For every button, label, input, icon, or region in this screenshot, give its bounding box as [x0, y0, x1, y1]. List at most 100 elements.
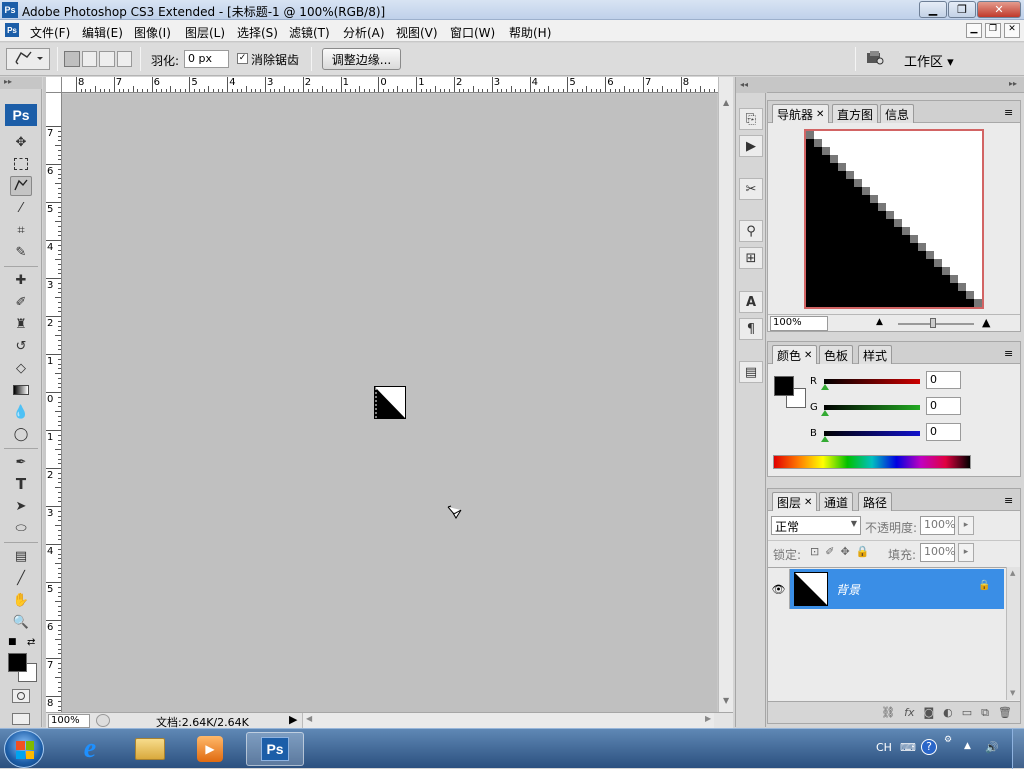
refine-edge-button[interactable]: 调整边缘...: [322, 48, 401, 70]
scroll-down-icon[interactable]: ▼: [1010, 689, 1015, 697]
character-panel-icon[interactable]: A: [739, 291, 763, 313]
tool-presets-panel-icon[interactable]: ✂: [739, 178, 763, 200]
vertical-ruler[interactable]: 7 6 5 4 3 2 1 0 1 2 3 4 5 6 7 8: [46, 93, 62, 731]
close-icon[interactable]: ✕: [804, 350, 812, 361]
layer-visibility-eye-icon[interactable]: 👁: [768, 569, 790, 609]
subtract-selection-button[interactable]: [99, 51, 115, 67]
notes-tool-icon[interactable]: ▤: [10, 546, 32, 566]
navigator-zoom-thumb[interactable]: [930, 318, 936, 328]
zoom-tool-icon[interactable]: 🔍: [10, 612, 32, 632]
delete-layer-icon[interactable]: 🗑: [998, 706, 1012, 719]
slice-tool-icon[interactable]: ✎: [10, 242, 32, 262]
keyboard-icon[interactable]: ⌨: [900, 741, 916, 754]
layers-scrollbar[interactable]: ▲ ▼: [1006, 567, 1020, 700]
color-fg-swatch[interactable]: [774, 376, 794, 396]
tab-swatches[interactable]: 色板: [819, 345, 854, 364]
tab-channels[interactable]: 通道: [819, 492, 854, 511]
menu-image[interactable]: 图像(I): [134, 24, 171, 41]
menu-select[interactable]: 选择(S): [237, 24, 278, 41]
tab-info[interactable]: 信息: [880, 104, 915, 123]
tab-color[interactable]: 颜色 ✕: [772, 345, 818, 364]
show-desktop-button[interactable]: [1012, 729, 1024, 769]
feather-input[interactable]: 0 px: [184, 50, 229, 68]
scroll-down-icon[interactable]: ▼: [723, 696, 729, 705]
navigator-zoom-slider[interactable]: [898, 323, 974, 325]
panels-expand-icon[interactable]: ▸▸: [1009, 79, 1017, 88]
channel-r-slider-thumb[interactable]: [821, 384, 829, 390]
navigator-zoom-field[interactable]: 100%: [770, 316, 828, 331]
help-icon[interactable]: ?: [921, 739, 937, 755]
new-group-icon[interactable]: ▭: [962, 706, 972, 719]
crop-tool-icon[interactable]: ⌗: [10, 220, 32, 240]
lock-pixels-icon[interactable]: ✐: [825, 545, 834, 558]
color-spectrum-bar[interactable]: [773, 455, 971, 469]
navigator-preview[interactable]: [804, 129, 984, 309]
fill-input[interactable]: 100%: [920, 543, 955, 562]
brush-tool-icon[interactable]: ✐: [10, 292, 32, 312]
show-hidden-icons-icon[interactable]: ▲: [964, 741, 971, 751]
channel-g-slider[interactable]: [821, 405, 920, 416]
close-icon[interactable]: ✕: [816, 109, 824, 120]
doc-close-button[interactable]: ✕: [1004, 23, 1020, 38]
channel-b-slider[interactable]: [821, 431, 920, 442]
bridge-button[interactable]: [862, 49, 888, 69]
blend-mode-select[interactable]: 正常 ▼: [771, 516, 861, 535]
scroll-up-icon[interactable]: ▲: [1010, 569, 1015, 577]
magic-wand-tool-icon[interactable]: ⁄: [10, 198, 32, 218]
default-colors-icon[interactable]: ■: [8, 637, 17, 647]
eraser-tool-icon[interactable]: ◇: [10, 358, 32, 378]
ruler-origin[interactable]: [46, 77, 62, 93]
marquee-tool-icon[interactable]: [10, 154, 32, 174]
history-panel-icon[interactable]: ⎘: [739, 108, 763, 130]
add-selection-button[interactable]: [81, 51, 97, 67]
clone-stamp-tool-icon[interactable]: ♜: [10, 314, 32, 334]
swap-colors-icon[interactable]: ⇄: [27, 637, 35, 648]
lasso-tool-icon[interactable]: [10, 176, 32, 196]
new-selection-button[interactable]: [64, 51, 80, 67]
workspace-menu[interactable]: 工作区 ▾: [904, 51, 954, 70]
link-layers-icon[interactable]: ⛓: [881, 706, 895, 719]
tab-styles[interactable]: 样式: [858, 345, 893, 364]
zoom-field[interactable]: 100%: [48, 714, 90, 728]
close-button[interactable]: ✕: [977, 1, 1021, 18]
opacity-input[interactable]: 100%: [920, 516, 955, 535]
doc-minimize-button[interactable]: ▁: [966, 23, 982, 38]
type-tool-icon[interactable]: T: [10, 474, 32, 494]
adjustment-layer-icon[interactable]: ◐: [943, 706, 953, 719]
clone-source-panel-icon[interactable]: ⊞: [739, 247, 763, 269]
path-selection-tool-icon[interactable]: ➤: [10, 496, 32, 516]
menu-edit[interactable]: 编辑(E): [82, 24, 123, 41]
zoom-in-icon[interactable]: ▲: [982, 316, 990, 329]
healing-brush-tool-icon[interactable]: ✚: [10, 270, 32, 290]
layer-name[interactable]: 背景: [836, 581, 860, 598]
actions-panel-icon[interactable]: ▶: [739, 135, 763, 157]
app-icon[interactable]: Ps: [2, 2, 18, 18]
lock-all-icon[interactable]: 🔒: [856, 545, 870, 558]
layer-row-background[interactable]: 👁 背景 🔒: [768, 569, 1004, 609]
menu-window[interactable]: 窗口(W): [450, 24, 495, 41]
new-layer-icon[interactable]: ⧉: [981, 706, 989, 720]
tab-histogram[interactable]: 直方图: [832, 104, 879, 123]
status-menu-arrow-icon[interactable]: ▶: [289, 713, 297, 726]
channel-r-slider[interactable]: [821, 379, 920, 390]
layer-style-icon[interactable]: fx: [904, 706, 914, 719]
lock-transparency-icon[interactable]: ⊡: [810, 545, 819, 558]
tool-preset-picker[interactable]: [6, 48, 50, 70]
menu-analysis[interactable]: 分析(A): [343, 24, 385, 41]
panel-menu-icon[interactable]: ≡: [1004, 347, 1013, 360]
menu-filter[interactable]: 滤镜(T): [289, 24, 330, 41]
panel-menu-icon[interactable]: ≡: [1004, 106, 1013, 119]
eyedropper-tool-icon[interactable]: ╱: [10, 568, 32, 588]
channel-b-slider-thumb[interactable]: [821, 436, 829, 442]
volume-icon[interactable]: 🔊: [985, 741, 999, 754]
lock-position-icon[interactable]: ✥: [840, 545, 849, 558]
blur-tool-icon[interactable]: 💧: [10, 402, 32, 422]
history-brush-tool-icon[interactable]: ↺: [10, 336, 32, 356]
intersect-selection-button[interactable]: [116, 51, 132, 67]
layer-comps-panel-icon[interactable]: ▤: [739, 361, 763, 383]
media-player-taskbar-icon[interactable]: ▶: [184, 732, 236, 766]
pen-tool-icon[interactable]: ✒: [10, 452, 32, 472]
start-button[interactable]: [4, 730, 44, 768]
ime-options-icon[interactable]: ⚙: [944, 735, 952, 745]
layer-mask-icon[interactable]: ◙: [923, 706, 934, 719]
